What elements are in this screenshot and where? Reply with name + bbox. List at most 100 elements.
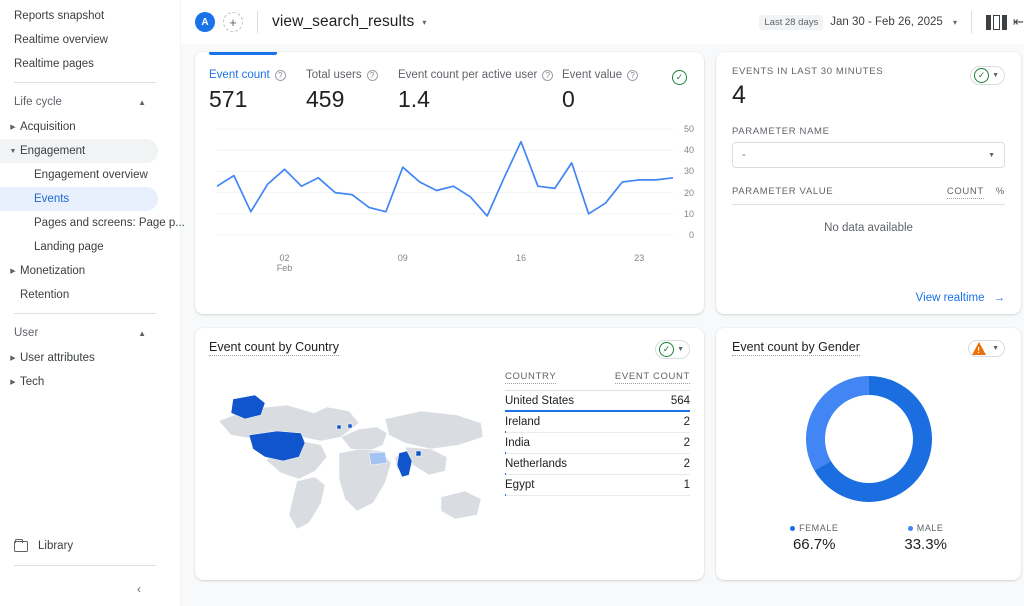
sidebar-item-tech[interactable]: ▶ Tech bbox=[0, 370, 158, 394]
sidebar-item-library[interactable]: Library bbox=[0, 533, 180, 559]
card-status-button[interactable]: ✓ bbox=[669, 68, 690, 87]
sidebar-item-monetization[interactable]: ▶ Monetization bbox=[0, 259, 158, 283]
metric-value: 571 bbox=[209, 86, 306, 113]
country-table-header: COUNTRY EVENT COUNT bbox=[505, 371, 690, 391]
column-header-event-count[interactable]: EVENT COUNT bbox=[615, 371, 690, 384]
sidebar-item-engagement-overview[interactable]: Engagement overview bbox=[0, 163, 158, 187]
help-icon[interactable]: ? bbox=[275, 70, 286, 81]
parameter-value-table-header: PARAMETER VALUE COUNT % bbox=[732, 186, 1005, 205]
sidebar-item-engagement[interactable]: ▼ Engagement bbox=[0, 139, 158, 163]
sidebar-divider-1 bbox=[14, 82, 156, 83]
chevron-down-icon: ▼ bbox=[988, 152, 995, 159]
realtime-heading-block: EVENTS IN LAST 30 MINUTES 4 bbox=[732, 66, 883, 110]
folder-icon bbox=[14, 540, 28, 552]
country-table-rows: United States564Ireland2India2Netherland… bbox=[505, 391, 690, 496]
sidebar-item-landing-page[interactable]: Landing page bbox=[0, 235, 158, 259]
x-axis-tick-label: 23 bbox=[634, 253, 644, 263]
country-name: Egypt bbox=[505, 479, 534, 491]
sidebar-item-reports-snapshot[interactable]: Reports snapshot bbox=[0, 4, 158, 28]
gender-legend: FEMALE66.7%MALE33.3% bbox=[732, 523, 1005, 553]
sidebar-item-realtime-overview[interactable]: Realtime overview bbox=[0, 28, 158, 52]
parameter-name-value: - bbox=[742, 149, 746, 161]
title-dimension: Gender bbox=[818, 340, 860, 354]
date-range-selector[interactable]: Jan 30 - Feb 26, 2025 ▾ bbox=[830, 16, 957, 28]
gender-card-title[interactable]: Event count by Gender bbox=[732, 340, 860, 356]
metric-total-users[interactable]: Total users ? 459 bbox=[306, 69, 398, 113]
donut-slice-male[interactable] bbox=[806, 376, 869, 470]
sidebar-item-events[interactable]: Events bbox=[0, 187, 158, 211]
sidebar-item-pages-and-screens[interactable]: Pages and screens: Page p... bbox=[0, 211, 158, 235]
sidebar-section-life-cycle[interactable]: Life cycle ▲ bbox=[0, 89, 158, 115]
country-name: United States bbox=[505, 395, 574, 407]
legend-item: FEMALE66.7% bbox=[790, 523, 838, 553]
view-realtime-label: View realtime bbox=[916, 292, 985, 304]
metric-value: 0 bbox=[562, 86, 657, 113]
parameter-name-select[interactable]: - ▼ bbox=[732, 142, 1005, 168]
help-icon[interactable]: ? bbox=[627, 70, 638, 81]
metric-value: 459 bbox=[306, 86, 398, 113]
content-area: Event count ? 571 Total users ? 459 bbox=[181, 44, 1024, 606]
compare-icon[interactable] bbox=[986, 15, 1007, 30]
card-status-button[interactable]: ▼ bbox=[968, 340, 1005, 357]
sidebar-section-user[interactable]: User ▲ bbox=[0, 320, 158, 346]
metric-event-count[interactable]: Event count ? 571 bbox=[209, 69, 306, 113]
add-comparison-button[interactable]: + bbox=[223, 12, 243, 32]
main-area: A + view_search_results ▾ Last 28 days J… bbox=[180, 0, 1024, 606]
arrow-right-icon: → bbox=[994, 292, 1006, 304]
country-table: COUNTRY EVENT COUNT United States564Irel… bbox=[491, 371, 690, 541]
table-row[interactable]: Ireland2 bbox=[505, 412, 690, 433]
sidebar-item-label: Events bbox=[34, 193, 69, 205]
legend-value: 33.3% bbox=[904, 536, 947, 553]
metric-event-count-per-active-user[interactable]: Event count per active user ? 1.4 bbox=[398, 69, 562, 113]
sidebar-item-label: Pages and screens: Page p... bbox=[34, 217, 185, 229]
sidebar-item-realtime-pages[interactable]: Realtime pages bbox=[0, 52, 158, 76]
sidebar-item-retention[interactable]: Retention bbox=[0, 283, 158, 307]
sidebar-item-user-attributes[interactable]: ▶ User attributes bbox=[0, 346, 158, 370]
column-header-country[interactable]: COUNTRY bbox=[505, 371, 556, 384]
map-country-united-states bbox=[249, 431, 305, 461]
help-icon[interactable]: ? bbox=[367, 70, 378, 81]
country-card-title[interactable]: Event count by Country bbox=[209, 340, 339, 356]
card-status-button[interactable]: ✓ ▼ bbox=[970, 66, 1005, 85]
metric-label: Event count per active user bbox=[398, 69, 537, 81]
gender-donut-chart[interactable] bbox=[732, 369, 1005, 509]
count-column-label[interactable]: COUNT bbox=[947, 186, 984, 199]
table-row[interactable]: United States564 bbox=[505, 391, 690, 412]
x-axis-tick-label: 16 bbox=[516, 253, 526, 263]
help-icon[interactable]: ? bbox=[542, 70, 553, 81]
sidebar-item-label: Engagement overview bbox=[34, 169, 148, 181]
sidebar-item-acquisition[interactable]: ▶ Acquisition bbox=[0, 115, 158, 139]
map-base-countries bbox=[219, 405, 483, 529]
world-map[interactable] bbox=[209, 371, 491, 541]
title-dropdown-caret-icon[interactable]: ▾ bbox=[422, 18, 426, 27]
sidebar-item-label: Landing page bbox=[34, 241, 104, 253]
table-row[interactable]: India2 bbox=[505, 433, 690, 454]
sidebar-item-label: Monetization bbox=[20, 265, 85, 277]
sidebar-divider-2 bbox=[14, 313, 156, 314]
table-row[interactable]: Egypt1 bbox=[505, 475, 690, 496]
check-circle-icon: ✓ bbox=[659, 342, 674, 357]
x-axis-tick-label: 09 bbox=[398, 253, 408, 263]
map-country-marker-extra bbox=[416, 451, 421, 456]
row-value-bar bbox=[505, 494, 506, 496]
sidebar-item-label: Library bbox=[38, 540, 73, 552]
event-count-value: 2 bbox=[684, 416, 690, 428]
chart-gridlines bbox=[217, 129, 673, 235]
sidebar-item-label: Realtime pages bbox=[14, 58, 94, 70]
metric-label: Total users bbox=[306, 69, 362, 81]
metric-event-value[interactable]: Event value ? 0 bbox=[562, 69, 657, 113]
y-axis-tick-label: 50 bbox=[676, 124, 694, 134]
parameter-value-column-label: PARAMETER VALUE bbox=[732, 186, 947, 197]
event-metrics-card: Event count ? 571 Total users ? 459 bbox=[195, 52, 704, 314]
percent-column-label[interactable]: % bbox=[996, 186, 1005, 197]
avatar[interactable]: A bbox=[195, 12, 215, 32]
chevron-up-icon: ▲ bbox=[138, 98, 146, 107]
view-realtime-link[interactable]: View realtime → bbox=[916, 292, 1005, 304]
card-status-button[interactable]: ✓ ▼ bbox=[655, 340, 690, 359]
sidebar-bottom: Library ‹ bbox=[0, 533, 180, 606]
share-icon[interactable]: ⇤ bbox=[1013, 14, 1024, 30]
realtime-heading: EVENTS IN LAST 30 MINUTES bbox=[732, 66, 883, 77]
collapse-sidebar-button[interactable]: ‹ bbox=[128, 578, 150, 600]
plus-icon: + bbox=[229, 16, 237, 29]
table-row[interactable]: Netherlands2 bbox=[505, 454, 690, 475]
